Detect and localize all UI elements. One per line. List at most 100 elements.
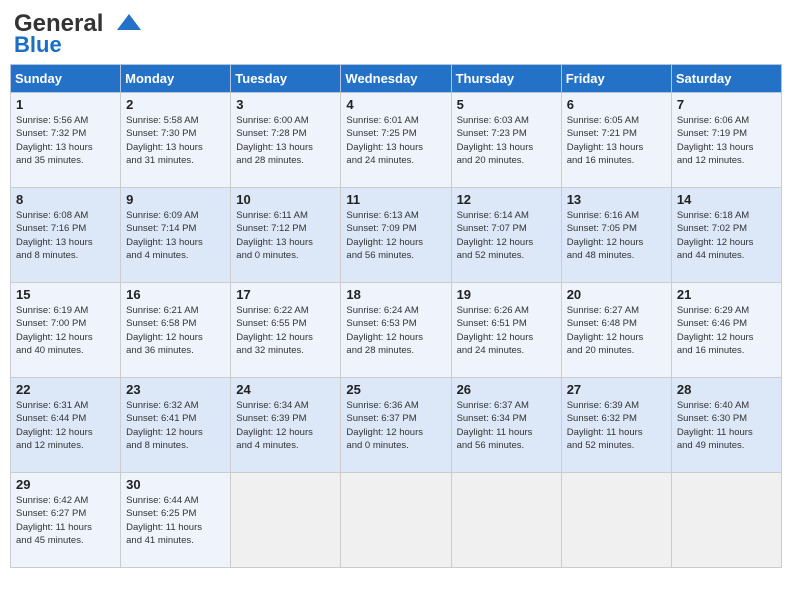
table-row: 5 Sunrise: 6:03 AM Sunset: 7:23 PM Daylig… — [451, 93, 561, 188]
day-info: Sunrise: 6:39 AM Sunset: 6:32 PM Dayligh… — [567, 399, 666, 452]
table-row: 13 Sunrise: 6:16 AM Sunset: 7:05 PM Dayli… — [561, 188, 671, 283]
day-info: Sunrise: 6:36 AM Sunset: 6:37 PM Dayligh… — [346, 399, 445, 452]
calendar-row: 15Sunrise: 6:19 AM Sunset: 7:00 PM Dayli… — [11, 283, 782, 378]
day-info: Sunrise: 6:05 AM Sunset: 7:21 PM Dayligh… — [567, 114, 666, 167]
day-number: 13 — [567, 192, 666, 207]
day-info: Sunrise: 6:22 AM Sunset: 6:55 PM Dayligh… — [236, 304, 335, 357]
day-info: Sunrise: 6:08 AM Sunset: 7:16 PM Dayligh… — [16, 209, 115, 262]
calendar-table: Sunday Monday Tuesday Wednesday Thursday… — [10, 64, 782, 568]
table-row: 2 Sunrise: 5:58 AM Sunset: 7:30 PM Daylig… — [121, 93, 231, 188]
day-number: 2 — [126, 97, 225, 112]
calendar-row: 22Sunrise: 6:31 AM Sunset: 6:44 PM Dayli… — [11, 378, 782, 473]
calendar-body: 1Sunrise: 5:56 AM Sunset: 7:32 PM Daylig… — [11, 93, 782, 568]
day-info: Sunrise: 6:18 AM Sunset: 7:02 PM Dayligh… — [677, 209, 776, 262]
calendar-row: 1Sunrise: 5:56 AM Sunset: 7:32 PM Daylig… — [11, 93, 782, 188]
table-row: 7 Sunrise: 6:06 AM Sunset: 7:19 PM Daylig… — [671, 93, 781, 188]
header-friday: Friday — [561, 65, 671, 93]
day-number: 14 — [677, 192, 776, 207]
day-number: 17 — [236, 287, 335, 302]
day-info: Sunrise: 5:56 AM Sunset: 7:32 PM Dayligh… — [16, 114, 115, 167]
table-row: 25 Sunrise: 6:36 AM Sunset: 6:37 PM Dayli… — [341, 378, 451, 473]
table-row: 24Sunrise: 6:34 AM Sunset: 6:39 PM Dayli… — [231, 378, 341, 473]
day-number: 22 — [16, 382, 115, 397]
day-number: 10 — [236, 192, 335, 207]
day-info: Sunrise: 6:00 AM Sunset: 7:28 PM Dayligh… — [236, 114, 335, 167]
day-number: 15 — [16, 287, 115, 302]
day-number: 5 — [457, 97, 556, 112]
table-row — [341, 473, 451, 568]
header-monday: Monday — [121, 65, 231, 93]
day-number: 11 — [346, 192, 445, 207]
day-number: 16 — [126, 287, 225, 302]
day-number: 3 — [236, 97, 335, 112]
day-info: Sunrise: 6:27 AM Sunset: 6:48 PM Dayligh… — [567, 304, 666, 357]
day-number: 9 — [126, 192, 225, 207]
day-number: 26 — [457, 382, 556, 397]
table-row — [561, 473, 671, 568]
table-row: 11 Sunrise: 6:13 AM Sunset: 7:09 PM Dayli… — [341, 188, 451, 283]
table-row: 26 Sunrise: 6:37 AM Sunset: 6:34 PM Dayli… — [451, 378, 561, 473]
day-number: 12 — [457, 192, 556, 207]
day-info: Sunrise: 6:42 AM Sunset: 6:27 PM Dayligh… — [16, 494, 115, 547]
table-row — [451, 473, 561, 568]
header-wednesday: Wednesday — [341, 65, 451, 93]
table-row: 16 Sunrise: 6:21 AM Sunset: 6:58 PM Dayli… — [121, 283, 231, 378]
day-info: Sunrise: 6:09 AM Sunset: 7:14 PM Dayligh… — [126, 209, 225, 262]
table-row: 9 Sunrise: 6:09 AM Sunset: 7:14 PM Daylig… — [121, 188, 231, 283]
table-row: 19 Sunrise: 6:26 AM Sunset: 6:51 PM Dayli… — [451, 283, 561, 378]
logo-icon — [115, 10, 143, 38]
table-row: 22Sunrise: 6:31 AM Sunset: 6:44 PM Dayli… — [11, 378, 121, 473]
table-row: 27 Sunrise: 6:39 AM Sunset: 6:32 PM Dayli… — [561, 378, 671, 473]
day-info: Sunrise: 5:58 AM Sunset: 7:30 PM Dayligh… — [126, 114, 225, 167]
day-number: 4 — [346, 97, 445, 112]
day-info: Sunrise: 6:37 AM Sunset: 6:34 PM Dayligh… — [457, 399, 556, 452]
day-number: 27 — [567, 382, 666, 397]
table-row: 30 Sunrise: 6:44 AM Sunset: 6:25 PM Dayli… — [121, 473, 231, 568]
calendar-header-row: Sunday Monday Tuesday Wednesday Thursday… — [11, 65, 782, 93]
page-header: General Blue — [10, 10, 782, 56]
day-number: 30 — [126, 477, 225, 492]
header-sunday: Sunday — [11, 65, 121, 93]
day-number: 24 — [236, 382, 335, 397]
day-info: Sunrise: 6:16 AM Sunset: 7:05 PM Dayligh… — [567, 209, 666, 262]
day-info: Sunrise: 6:11 AM Sunset: 7:12 PM Dayligh… — [236, 209, 335, 262]
day-number: 18 — [346, 287, 445, 302]
day-number: 19 — [457, 287, 556, 302]
table-row: 3 Sunrise: 6:00 AM Sunset: 7:28 PM Daylig… — [231, 93, 341, 188]
day-info: Sunrise: 6:44 AM Sunset: 6:25 PM Dayligh… — [126, 494, 225, 547]
day-info: Sunrise: 6:03 AM Sunset: 7:23 PM Dayligh… — [457, 114, 556, 167]
table-row: 12 Sunrise: 6:14 AM Sunset: 7:07 PM Dayli… — [451, 188, 561, 283]
day-number: 25 — [346, 382, 445, 397]
logo: General Blue — [14, 10, 143, 56]
day-number: 8 — [16, 192, 115, 207]
day-info: Sunrise: 6:26 AM Sunset: 6:51 PM Dayligh… — [457, 304, 556, 357]
day-info: Sunrise: 6:24 AM Sunset: 6:53 PM Dayligh… — [346, 304, 445, 357]
table-row: 14 Sunrise: 6:18 AM Sunset: 7:02 PM Dayli… — [671, 188, 781, 283]
day-info: Sunrise: 6:21 AM Sunset: 6:58 PM Dayligh… — [126, 304, 225, 357]
calendar-row: 8 Sunrise: 6:08 AM Sunset: 7:16 PM Daylig… — [11, 188, 782, 283]
day-info: Sunrise: 6:06 AM Sunset: 7:19 PM Dayligh… — [677, 114, 776, 167]
table-row: 10 Sunrise: 6:11 AM Sunset: 7:12 PM Dayli… — [231, 188, 341, 283]
table-row: 8 Sunrise: 6:08 AM Sunset: 7:16 PM Daylig… — [11, 188, 121, 283]
table-row: 28Sunrise: 6:40 AM Sunset: 6:30 PM Dayli… — [671, 378, 781, 473]
day-number: 7 — [677, 97, 776, 112]
calendar-row: 29 Sunrise: 6:42 AM Sunset: 6:27 PM Dayli… — [11, 473, 782, 568]
day-info: Sunrise: 6:32 AM Sunset: 6:41 PM Dayligh… — [126, 399, 225, 452]
day-info: Sunrise: 6:14 AM Sunset: 7:07 PM Dayligh… — [457, 209, 556, 262]
day-number: 6 — [567, 97, 666, 112]
table-row: 23 Sunrise: 6:32 AM Sunset: 6:41 PM Dayli… — [121, 378, 231, 473]
day-number: 21 — [677, 287, 776, 302]
table-row: 15Sunrise: 6:19 AM Sunset: 7:00 PM Dayli… — [11, 283, 121, 378]
table-row: 20Sunrise: 6:27 AM Sunset: 6:48 PM Dayli… — [561, 283, 671, 378]
day-info: Sunrise: 6:29 AM Sunset: 6:46 PM Dayligh… — [677, 304, 776, 357]
table-row: 29 Sunrise: 6:42 AM Sunset: 6:27 PM Dayli… — [11, 473, 121, 568]
header-thursday: Thursday — [451, 65, 561, 93]
table-row: 6 Sunrise: 6:05 AM Sunset: 7:21 PM Daylig… — [561, 93, 671, 188]
header-tuesday: Tuesday — [231, 65, 341, 93]
day-info: Sunrise: 6:13 AM Sunset: 7:09 PM Dayligh… — [346, 209, 445, 262]
day-number: 29 — [16, 477, 115, 492]
table-row: 17 Sunrise: 6:22 AM Sunset: 6:55 PM Dayli… — [231, 283, 341, 378]
day-number: 23 — [126, 382, 225, 397]
table-row: 1Sunrise: 5:56 AM Sunset: 7:32 PM Daylig… — [11, 93, 121, 188]
table-row: 21 Sunrise: 6:29 AM Sunset: 6:46 PM Dayli… — [671, 283, 781, 378]
